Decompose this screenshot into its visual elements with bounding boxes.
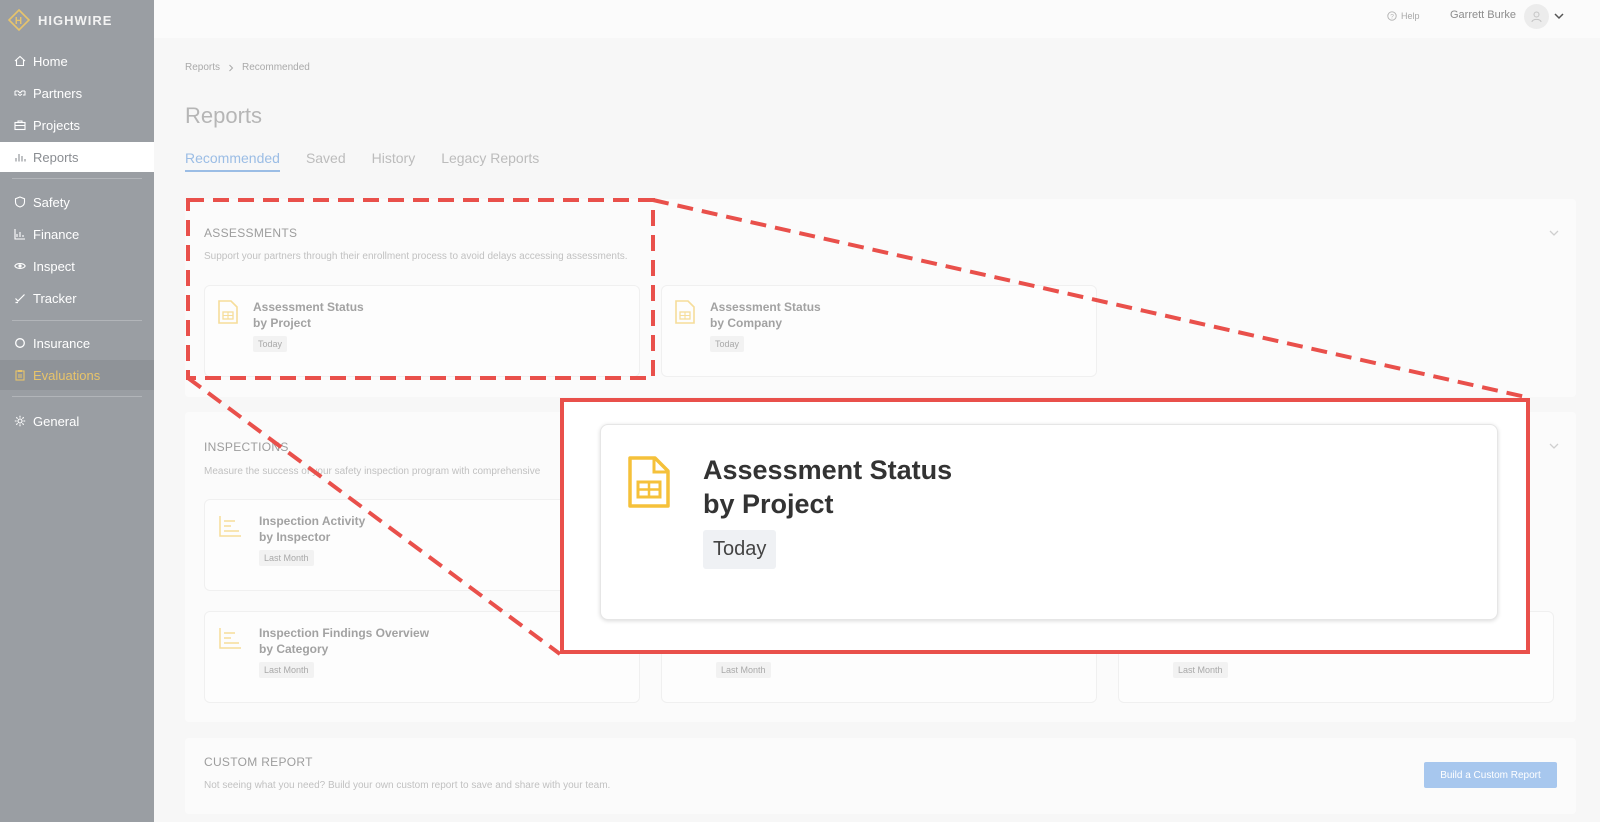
line-chart-icon bbox=[14, 229, 25, 240]
eye-icon bbox=[14, 263, 26, 269]
card-title: Inspection Findings Overview by Category bbox=[259, 626, 430, 656]
circle-icon bbox=[15, 338, 25, 348]
custom-report-section: CUSTOM REPORT Not seeing what you need? … bbox=[185, 738, 1576, 814]
sidebar-item-home[interactable]: Home bbox=[0, 46, 154, 76]
sidebar-item-projects[interactable]: Projects bbox=[0, 110, 154, 140]
sidebar-item-partners[interactable]: Partners bbox=[0, 78, 154, 108]
sidebar-item-evaluations[interactable]: Evaluations bbox=[0, 360, 154, 390]
user-icon bbox=[1531, 11, 1542, 23]
timeframe-badge: Last Month bbox=[259, 550, 314, 566]
chevron-down-icon[interactable] bbox=[1553, 10, 1565, 22]
user-name[interactable]: Garrett Burke bbox=[1450, 9, 1516, 21]
timeframe-badge: Last Month bbox=[716, 662, 771, 678]
zoom-callout: Assessment Status by Project Today bbox=[560, 398, 1530, 654]
briefcase-icon bbox=[14, 120, 26, 131]
section-description: Measure the success of your safety inspe… bbox=[204, 466, 541, 477]
breadcrumb: Reports Recommended bbox=[185, 62, 310, 73]
sidebar-item-safety[interactable]: Safety bbox=[0, 187, 154, 217]
tab-history[interactable]: History bbox=[372, 150, 416, 172]
highwire-logo-icon: H bbox=[8, 9, 30, 31]
sidebar-item-insurance[interactable]: Insurance bbox=[0, 328, 154, 358]
timeframe-badge: Today bbox=[253, 336, 288, 352]
avatar[interactable] bbox=[1524, 4, 1549, 29]
clipboard-icon bbox=[15, 370, 25, 381]
chevron-down-icon[interactable] bbox=[1548, 227, 1560, 239]
help-icon: ? bbox=[1387, 11, 1397, 21]
brand[interactable]: H HIGHWIRE bbox=[0, 0, 154, 40]
card-title: Assessment Status by Project bbox=[253, 300, 364, 330]
sidebar-divider bbox=[12, 178, 142, 179]
breadcrumb-current: Recommended bbox=[242, 62, 310, 73]
svg-text:?: ? bbox=[1390, 13, 1394, 20]
timeframe-badge: Today bbox=[710, 336, 745, 352]
shield-icon bbox=[14, 196, 26, 208]
tab-saved[interactable]: Saved bbox=[306, 150, 346, 172]
chevron-down-icon[interactable] bbox=[1548, 440, 1560, 452]
report-card[interactable]: Assessment Status by Project Today bbox=[204, 285, 640, 377]
section-title: ASSESSMENTS bbox=[204, 226, 298, 240]
section-title: INSPECTIONS bbox=[204, 440, 289, 454]
report-tabs: Recommended Saved History Legacy Reports bbox=[185, 150, 565, 172]
tab-legacy-reports[interactable]: Legacy Reports bbox=[441, 150, 539, 172]
sidebar-item-tracker[interactable]: Tracker bbox=[0, 283, 154, 313]
check-icon bbox=[15, 294, 25, 304]
breadcrumb-reports[interactable]: Reports bbox=[185, 62, 220, 73]
sidebar-item-inspect[interactable]: Inspect bbox=[0, 251, 154, 281]
section-title: CUSTOM REPORT bbox=[204, 755, 313, 769]
timeframe-badge: Last Month bbox=[1173, 662, 1228, 678]
timeframe-badge: Last Month bbox=[259, 662, 314, 678]
list-chart-icon bbox=[219, 516, 241, 537]
sidebar-item-general[interactable]: General bbox=[0, 406, 154, 436]
home-icon bbox=[14, 55, 26, 67]
help-link[interactable]: ? Help bbox=[1387, 11, 1420, 21]
section-description: Not seeing what you need? Build your own… bbox=[204, 780, 611, 791]
assessments-section: ASSESSMENTS Support your partners throug… bbox=[185, 199, 1576, 397]
chevron-right-icon bbox=[229, 64, 234, 71]
bar-chart-icon bbox=[15, 154, 26, 162]
list-chart-icon bbox=[219, 628, 241, 649]
zoomed-report-card: Assessment Status by Project Today bbox=[600, 424, 1498, 620]
sidebar: H HIGHWIRE Home Partners Projects Report… bbox=[0, 0, 154, 822]
handshake-icon bbox=[14, 90, 26, 97]
report-card[interactable]: Assessment Status by Company Today bbox=[661, 285, 1097, 377]
zoomed-card-title: Assessment Status by Project bbox=[703, 455, 953, 519]
build-custom-report-button[interactable]: Build a Custom Report bbox=[1424, 762, 1557, 788]
brand-name: HIGHWIRE bbox=[38, 12, 113, 28]
spreadsheet-icon bbox=[628, 456, 670, 508]
sidebar-divider bbox=[12, 396, 142, 397]
card-title: Assessment Status by Company bbox=[710, 300, 821, 330]
page-title: Reports bbox=[185, 103, 263, 128]
sidebar-item-finance[interactable]: Finance bbox=[0, 219, 154, 249]
spreadsheet-icon bbox=[218, 300, 238, 324]
svg-text:H: H bbox=[15, 16, 23, 27]
sidebar-divider bbox=[12, 320, 142, 321]
gear-icon bbox=[14, 415, 26, 427]
zoomed-timeframe-badge: Today bbox=[703, 530, 777, 569]
sidebar-item-reports[interactable]: Reports bbox=[0, 142, 154, 172]
card-title: Inspection Activity by Inspector bbox=[259, 514, 366, 544]
top-bar bbox=[154, 0, 1600, 38]
spreadsheet-icon bbox=[675, 300, 695, 324]
section-description: Support your partners through their enro… bbox=[204, 251, 628, 262]
tab-recommended[interactable]: Recommended bbox=[185, 150, 280, 172]
